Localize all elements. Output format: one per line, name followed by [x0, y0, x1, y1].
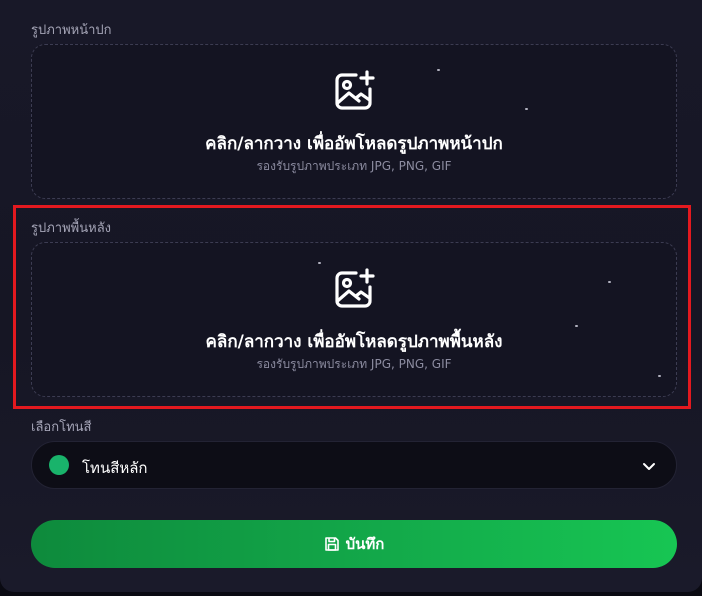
decorative-speck: [575, 325, 578, 327]
chevron-down-icon: [643, 463, 655, 470]
decorative-speck: [437, 69, 440, 71]
theme-select[interactable]: โทนสีหลัก: [31, 441, 677, 489]
decorative-speck: [525, 108, 528, 110]
background-image-dropzone[interactable]: คลิก/ลากวาง เพื่ออัพโหลดรูปภาพพื้นหลัง ร…: [31, 242, 677, 397]
settings-panel: รูปภาพหน้าปก คลิก/ลากวาง เพื่ออัพโหลดรูป…: [0, 0, 702, 592]
theme-selected-value: โทนสีหลัก: [82, 459, 148, 477]
save-button[interactable]: บันทึก: [31, 520, 677, 568]
save-button-label: บันทึก: [345, 535, 385, 553]
cover-dropzone-hint: รองรับรูปภาพประเภท JPG, PNG, GIF: [256, 159, 452, 173]
cover-image-label: รูปภาพหน้าปก: [31, 23, 112, 38]
image-add-icon: [335, 70, 375, 110]
background-dropzone-hint: รองรับรูปภาพประเภท JPG, PNG, GIF: [256, 357, 452, 371]
decorative-speck: [608, 281, 611, 283]
decorative-speck: [318, 262, 321, 264]
cover-dropzone-title: คลิก/ลากวาง เพื่ออัพโหลดรูปภาพหน้าปก: [205, 134, 503, 154]
image-add-icon: [335, 268, 375, 308]
background-image-label: รูปภาพพื้นหลัง: [31, 221, 112, 236]
theme-label: เลือกโทนสี: [31, 420, 92, 435]
cover-image-dropzone[interactable]: คลิก/ลากวาง เพื่ออัพโหลดรูปภาพหน้าปก รอง…: [31, 44, 677, 199]
theme-color-swatch: [49, 455, 69, 475]
background-dropzone-title: คลิก/ลากวาง เพื่ออัพโหลดรูปภาพพื้นหลัง: [205, 332, 503, 352]
floppy-disk-icon: [324, 537, 339, 551]
decorative-speck: [658, 375, 661, 377]
